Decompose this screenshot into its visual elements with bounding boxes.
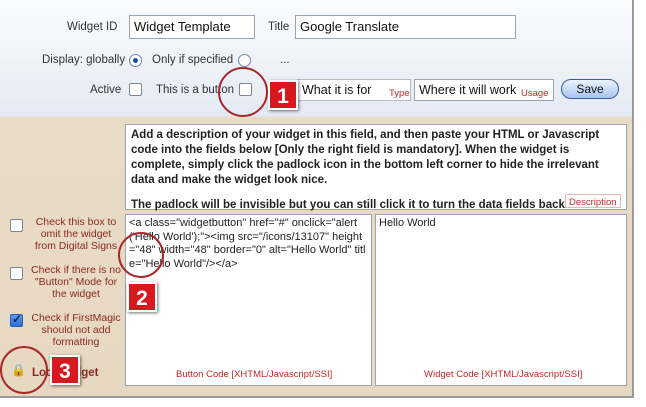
callout-badge-2: 2 bbox=[127, 282, 157, 312]
no-button-mode-checkbox[interactable] bbox=[10, 267, 23, 280]
callout-ring-2 bbox=[118, 232, 164, 278]
usage-tag: Usage bbox=[521, 88, 549, 99]
widget-editor-panel: Widget ID Widget Template Title Google T… bbox=[0, 0, 634, 398]
description-tag: Description bbox=[569, 197, 617, 208]
widget-code-tag: Widget Code [XHTML/Javascript/SSI] bbox=[424, 369, 583, 380]
description-field[interactable]: Add a description of your widget in this… bbox=[125, 124, 627, 211]
display-globally-radio[interactable] bbox=[129, 54, 142, 67]
callout-badge-1: 1 bbox=[268, 80, 298, 110]
description-tag-box: Description bbox=[565, 194, 621, 208]
omit-digital-signs-checkbox[interactable] bbox=[10, 219, 23, 232]
button-code-tag: Button Code [XHTML/Javascript/SSI] bbox=[176, 369, 333, 380]
only-if-specified-label: Only if specified bbox=[152, 54, 234, 66]
button-code-text: <a class="widgetbutton" href="#" onclick… bbox=[129, 217, 366, 270]
active-checkbox[interactable] bbox=[129, 83, 142, 96]
no-formatting-label: Check if FirstMagic should not add forma… bbox=[31, 312, 121, 348]
ellipsis-text: ... bbox=[280, 54, 290, 66]
display-label: Display: globally bbox=[42, 54, 126, 66]
no-button-mode-label: Check if there is no "Button" Mode for t… bbox=[31, 264, 121, 300]
button-code-textarea[interactable]: <a class="widgetbutton" href="#" onclick… bbox=[125, 214, 372, 386]
title-label: Title bbox=[268, 21, 290, 33]
no-formatting-checkbox[interactable] bbox=[10, 312, 23, 327]
callout-ring-1 bbox=[218, 67, 268, 117]
omit-digital-signs-label: Check this box to omit the widget from D… bbox=[34, 216, 118, 252]
type-tag: Type bbox=[389, 88, 410, 99]
description-text: Add a description of your widget in this… bbox=[131, 129, 600, 186]
widget-id-input[interactable]: Widget Template bbox=[129, 15, 255, 39]
widget-id-label: Widget ID bbox=[67, 21, 118, 33]
save-button[interactable]: Save bbox=[561, 79, 619, 99]
display-only-if-specified-radio[interactable] bbox=[238, 54, 251, 67]
title-input[interactable]: Google Translate bbox=[295, 15, 516, 39]
widget-code-textarea[interactable]: Hello World bbox=[375, 214, 627, 386]
description-note: The padlock will be invisible but you ca… bbox=[131, 199, 576, 211]
callout-badge-3: 3 bbox=[50, 355, 80, 385]
callout-ring-3 bbox=[0, 346, 48, 394]
widget-code-text: Hello World bbox=[379, 217, 436, 229]
active-label: Active bbox=[90, 84, 122, 96]
